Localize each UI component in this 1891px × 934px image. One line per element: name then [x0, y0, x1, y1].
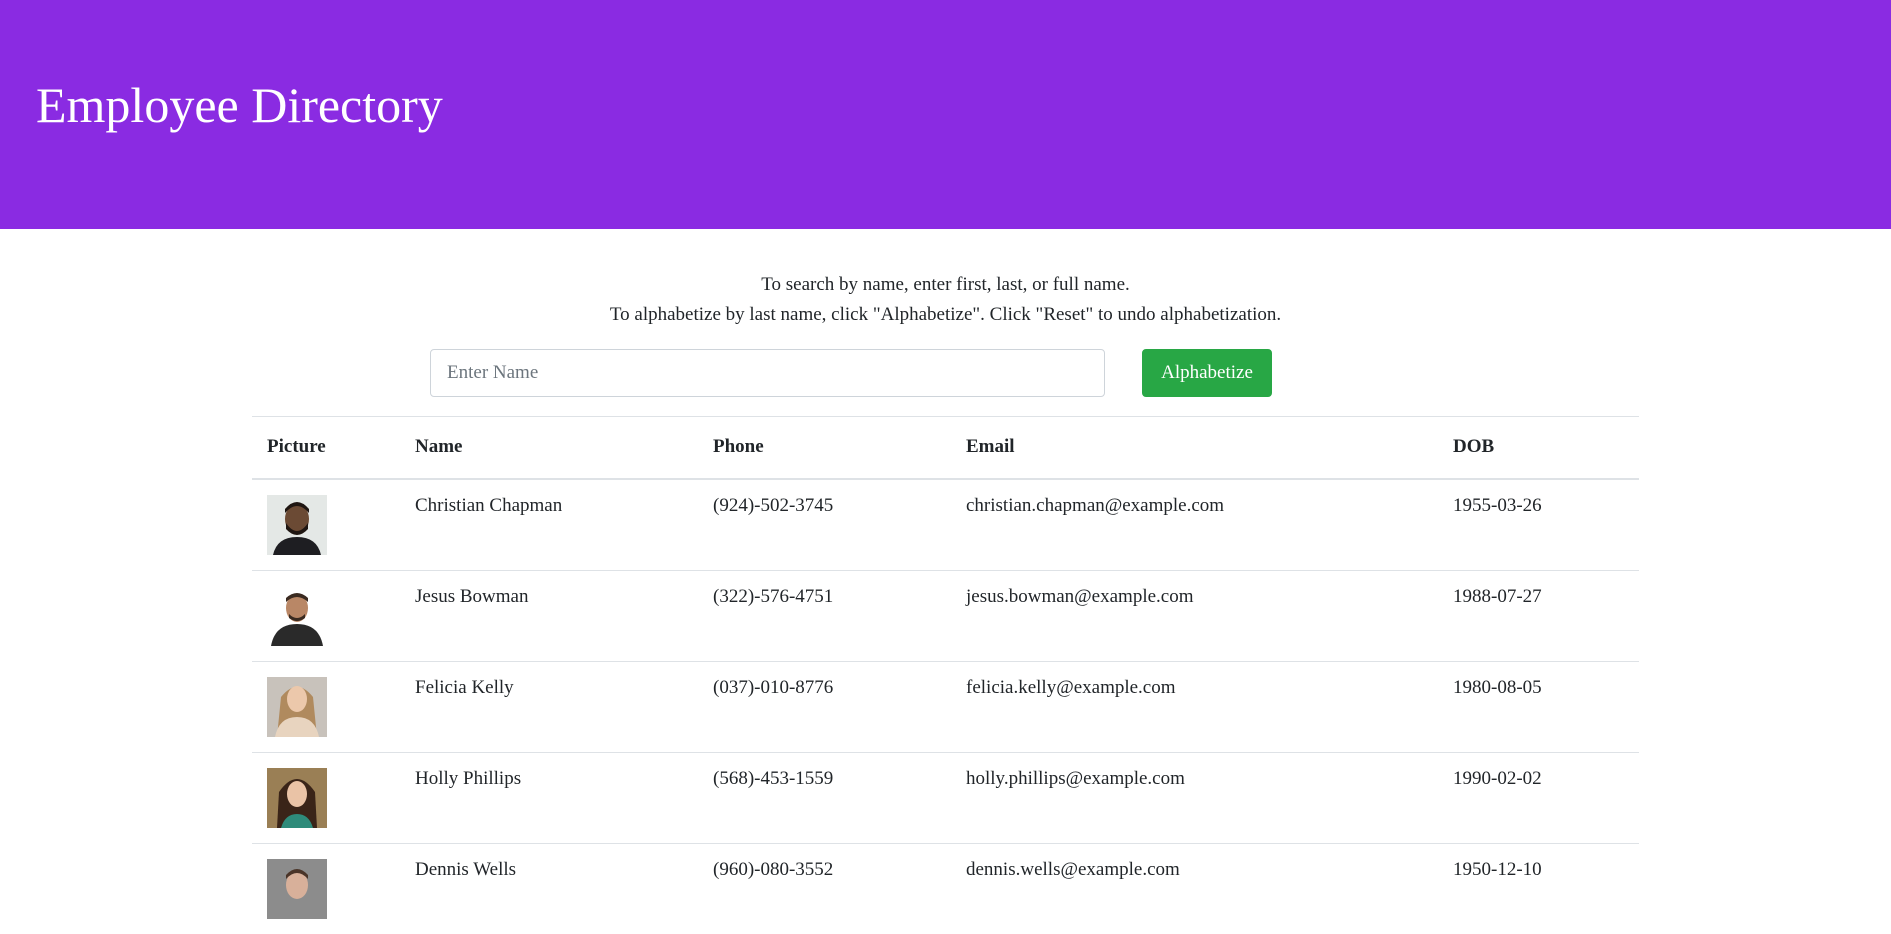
- dob-cell: 1988-07-27: [1438, 569, 1639, 661]
- picture-cell: [252, 842, 400, 934]
- phone-cell: (924)-502-3745: [698, 478, 951, 570]
- column-header-dob: DOB: [1438, 416, 1639, 480]
- email-cell: felicia.kelly@example.com: [951, 660, 1438, 752]
- email-cell: dennis.wells@example.com: [951, 842, 1438, 934]
- search-input[interactable]: [430, 349, 1105, 397]
- email-cell: jesus.bowman@example.com: [951, 569, 1438, 661]
- name-cell: Felicia Kelly: [400, 660, 698, 752]
- search-row: Alphabetize: [0, 349, 1891, 397]
- instructions-line-1: To search by name, enter first, last, or…: [761, 274, 1130, 295]
- name-cell: Christian Chapman: [400, 478, 698, 570]
- employee-table-container: Picture Name Phone Email DOB Christian C…: [252, 416, 1639, 934]
- avatar: [267, 585, 327, 646]
- name-cell: Jesus Bowman: [400, 569, 698, 661]
- picture-cell: [252, 660, 400, 752]
- dob-cell: 1980-08-05: [1438, 660, 1639, 752]
- instructions-line-2: To alphabetize by last name, click "Alph…: [609, 304, 1282, 325]
- avatar: [267, 676, 327, 737]
- table-row: Dennis Wells (960)-080-3552 dennis.wells…: [252, 842, 1639, 934]
- dob-cell: 1955-03-26: [1438, 478, 1639, 570]
- table-row: Felicia Kelly (037)-010-8776 felicia.kel…: [252, 660, 1639, 752]
- phone-cell: (037)-010-8776: [698, 660, 951, 752]
- instructions: To search by name, enter first, last, or…: [0, 270, 1891, 330]
- table-row: Holly Phillips (568)-453-1559 holly.phil…: [252, 751, 1639, 843]
- name-cell: Holly Phillips: [400, 751, 698, 843]
- column-header-name: Name: [400, 416, 698, 480]
- avatar: [267, 494, 327, 555]
- avatar: [267, 767, 327, 828]
- column-header-picture: Picture: [252, 416, 400, 480]
- picture-cell: [252, 751, 400, 843]
- dob-cell: 1950-12-10: [1438, 842, 1639, 934]
- avatar: [267, 858, 327, 919]
- alphabetize-button[interactable]: Alphabetize: [1142, 349, 1272, 397]
- column-header-phone: Phone: [698, 416, 951, 480]
- table-row: Jesus Bowman (322)-576-4751 jesus.bowman…: [252, 569, 1639, 661]
- page-header: Employee Directory: [0, 0, 1891, 229]
- email-cell: christian.chapman@example.com: [951, 478, 1438, 570]
- picture-cell: [252, 478, 400, 570]
- phone-cell: (322)-576-4751: [698, 569, 951, 661]
- table-header-row: Picture Name Phone Email DOB: [252, 416, 1639, 480]
- phone-cell: (568)-453-1559: [698, 751, 951, 843]
- picture-cell: [252, 569, 400, 661]
- email-cell: holly.phillips@example.com: [951, 751, 1438, 843]
- dob-cell: 1990-02-02: [1438, 751, 1639, 843]
- table-row: Christian Chapman (924)-502-3745 christi…: [252, 478, 1639, 570]
- employee-table: Picture Name Phone Email DOB Christian C…: [252, 416, 1639, 934]
- column-header-email: Email: [951, 416, 1438, 480]
- phone-cell: (960)-080-3552: [698, 842, 951, 934]
- page-title: Employee Directory: [36, 77, 443, 133]
- name-cell: Dennis Wells: [400, 842, 698, 934]
